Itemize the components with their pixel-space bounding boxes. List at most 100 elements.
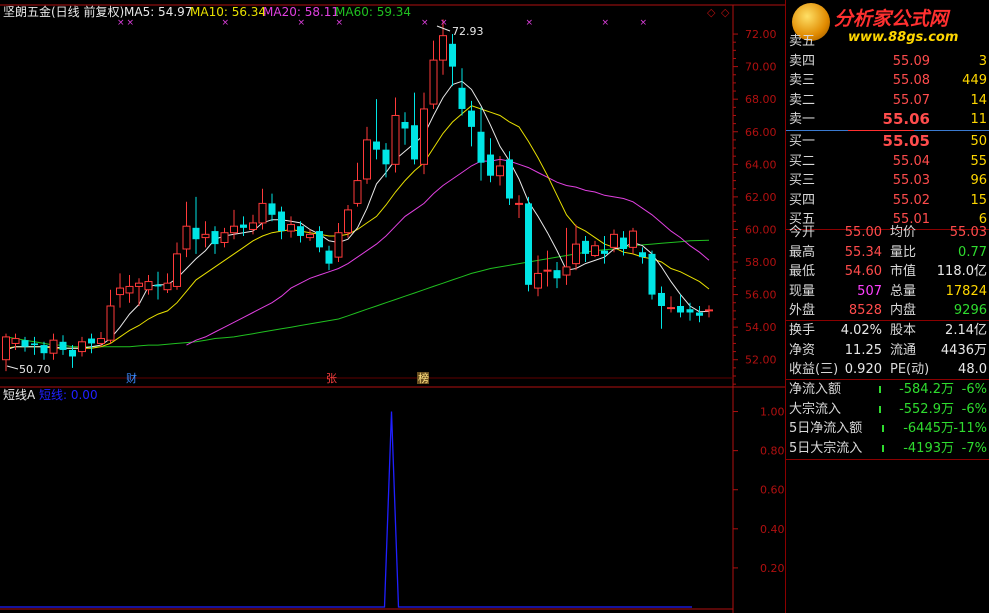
flow-row[interactable]: 净流入额 -584.2万 -6%	[786, 380, 989, 400]
indicator-series-label: 短线: 0.00	[39, 388, 98, 402]
candle	[506, 151, 513, 206]
ma20-path	[186, 158, 710, 346]
candle-body	[154, 284, 162, 287]
candle-body	[278, 211, 285, 232]
candle	[648, 250, 656, 300]
candle	[182, 201, 191, 258]
bid-row[interactable]: 买一 55.05 50	[786, 132, 989, 152]
indicator-axis: 1.00 0.80 0.60 0.40 0.20	[733, 406, 785, 575]
bid-row[interactable]: 买三 55.03 96	[786, 171, 989, 191]
quote-panel: 分析家公式网 www.88gs.com 卖五 卖四 55.09 3 卖三 55.08 449…	[785, 0, 989, 613]
ask-row[interactable]: 卖三 55.08 449	[786, 71, 989, 91]
candle	[667, 296, 675, 313]
event-markers: × × × × × × × × × ×	[117, 18, 647, 28]
indicator-tick-label: 0.80	[760, 445, 785, 458]
ask-row[interactable]: 卖一 55.06 11	[786, 110, 989, 130]
candle	[534, 255, 542, 297]
candle-body	[220, 232, 229, 243]
quote-row[interactable]: 最低 54.60 市值 118.0亿	[786, 262, 989, 282]
candle	[135, 278, 143, 306]
candle	[125, 275, 134, 303]
candle-body	[525, 203, 532, 285]
ma60-legend: MA60: 59.34	[335, 5, 411, 19]
indicator-name: 短线A	[3, 388, 36, 402]
flow-label: 大宗流入	[789, 401, 842, 417]
candle-body	[601, 250, 608, 254]
quote-row[interactable]: 外盘 8528 内盘 9296	[786, 301, 989, 321]
quote-row[interactable]: 今开 55.00 均价 55.03	[786, 223, 989, 243]
ask-row[interactable]: 卖四 55.09 3	[786, 52, 989, 72]
candle-body	[31, 343, 38, 346]
candle-body	[487, 154, 494, 176]
candle	[515, 195, 523, 219]
fundamental-row[interactable]: 净资 11.25 流通 4436万	[786, 341, 989, 361]
flow-label: 净流入额	[789, 382, 842, 397]
candle-body	[201, 233, 210, 239]
candle	[477, 107, 485, 181]
candle	[220, 227, 229, 248]
event-cross-icon: ×	[298, 18, 306, 28]
candle-body	[582, 240, 589, 254]
fundamental-label: 净资	[789, 342, 816, 358]
bid-label: 买三	[789, 173, 816, 188]
candle-body	[373, 141, 380, 150]
ask-label: 卖四	[789, 53, 816, 69]
candle-body	[534, 272, 542, 289]
candle	[344, 205, 352, 238]
ask-row[interactable]: 卖五	[786, 32, 989, 52]
flow-bar	[882, 425, 884, 432]
fundamental-value: 0.920	[844, 362, 882, 377]
price-tick-label: 58.00	[745, 256, 777, 269]
bid-row[interactable]: 买四 55.02 15	[786, 191, 989, 211]
candle	[49, 333, 58, 360]
fundamental-row[interactable]: 换手 4.02% 股本 2.14亿	[786, 321, 989, 341]
flow-amount: -552.9万	[899, 401, 954, 417]
candle	[278, 206, 285, 240]
candle	[639, 247, 646, 264]
candle-body	[258, 202, 267, 224]
candle-body	[629, 230, 637, 248]
candle-body	[163, 282, 172, 291]
bid-row[interactable]: 买二 55.04 55	[786, 152, 989, 172]
indicator-tick-label: 0.20	[760, 562, 785, 575]
marker-cai[interactable]: 财	[126, 371, 137, 385]
candle	[116, 273, 124, 308]
candle-body	[268, 203, 276, 215]
quote-label: 量比	[890, 244, 917, 260]
ask-row[interactable]: 卖二 55.07 14	[786, 91, 989, 111]
candle-body	[334, 232, 343, 258]
quote-row[interactable]: 现量 507 总量 17824	[786, 282, 989, 302]
event-cross-icon: ×	[421, 18, 429, 28]
candle	[192, 196, 200, 254]
quote-value: 507	[857, 283, 882, 299]
ask-price: 55.07	[892, 92, 930, 108]
event-cross-icon: ×	[640, 18, 648, 28]
bid-price: 55.04	[892, 153, 930, 169]
flow-row[interactable]: 大宗流入 -552.9万 -6%	[786, 400, 989, 420]
price-tick-label: 56.00	[745, 289, 777, 302]
diamond-icon-2[interactable]: ◇	[721, 6, 730, 19]
candle-body	[363, 139, 371, 180]
bid-volume: 15	[970, 192, 987, 208]
candle	[154, 271, 162, 300]
low-price-label: 50.70	[19, 363, 51, 376]
quote-row[interactable]: 最高 55.34 量比 0.77	[786, 243, 989, 263]
candle-body	[391, 114, 400, 165]
ask-volume: 449	[962, 73, 987, 88]
bid-label: 买一	[789, 134, 816, 149]
price-tick-label: 70.00	[745, 61, 777, 74]
flow-row[interactable]: 5日净流入额 -6445万 -11%	[786, 419, 989, 439]
flow-label: 5日大宗流入	[789, 440, 863, 456]
marker-bang[interactable]: 榜	[418, 371, 429, 385]
flow-row[interactable]: 5日大宗流入 -4193万 -7%	[786, 439, 989, 459]
ask-label: 卖三	[789, 73, 816, 88]
price-tick-label: 54.00	[745, 321, 777, 334]
quote-value: 118.0亿	[936, 264, 987, 279]
candle	[287, 216, 295, 238]
fundamental-row[interactable]: 收益(三) 0.920 PE(动) 48.0	[786, 360, 989, 380]
candle	[59, 335, 67, 355]
marker-zhang[interactable]: 张	[326, 372, 337, 385]
candle	[620, 231, 627, 256]
candlestick-chart[interactable]: 坚朗五金(日线 前复权) MA5: 54.97 MA10: 56.34 MA20…	[0, 0, 785, 613]
diamond-icon[interactable]: ◇	[707, 6, 716, 19]
